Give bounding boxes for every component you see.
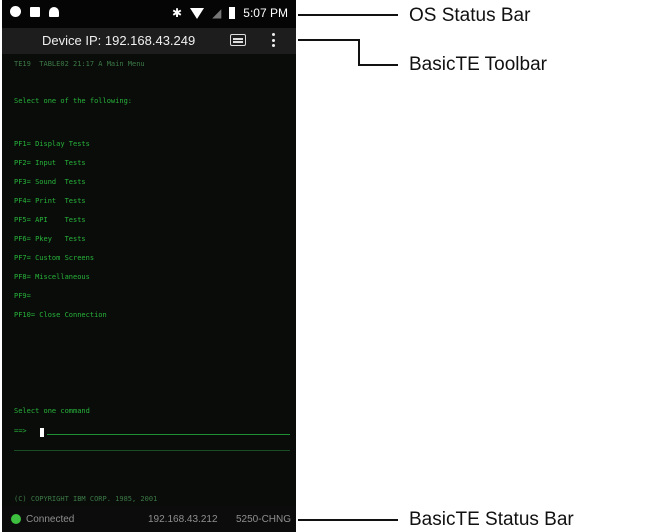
bluetooth-icon: ✱	[172, 6, 183, 20]
menu-item-pf7: PF7= Custom Screens	[14, 254, 95, 262]
menu-item-pf10: PF10= Close Connection	[14, 311, 107, 319]
basicte-toolbar: Device IP: 192.168.43.249	[2, 28, 296, 54]
notification-icon	[10, 6, 21, 17]
command-prompt: Select one command	[14, 407, 90, 415]
terminal-prompt: Select one of the following:	[14, 97, 133, 105]
connection-status: Connected	[26, 514, 75, 525]
menu-item-pf2: PF2= Input Tests	[14, 159, 86, 167]
callout-line-os-status	[298, 14, 398, 16]
notification-square-icon	[30, 6, 40, 17]
menu-item-pf3: PF3= Sound Tests	[14, 178, 86, 186]
callout-line-toolbar-v	[358, 39, 360, 66]
clock: 5:07 PM	[243, 6, 288, 20]
callout-line-toolbar-h2	[358, 64, 398, 66]
menu-item-pf5: PF5= API Tests	[14, 216, 86, 224]
notification-icons	[10, 6, 59, 17]
android-icon	[49, 6, 59, 17]
terminal-model: 5250-CHNG	[236, 514, 292, 525]
callout-line-status-bar	[298, 519, 398, 521]
input-cursor[interactable]	[40, 428, 44, 437]
keyboard-icon[interactable]	[230, 34, 246, 46]
callout-basicte-toolbar: BasicTE Toolbar	[409, 54, 547, 75]
callout-line-toolbar-h1	[298, 39, 360, 41]
system-icons: ✱ ◢ 5:07 PM	[172, 6, 288, 20]
connection-status-icon	[11, 514, 21, 524]
battery-icon	[229, 7, 236, 19]
os-status-bar: ✱ ◢ 5:07 PM	[2, 0, 296, 28]
copyright-line: (C) COPYRIGHT IBM CORP. 1985, 2001	[14, 495, 158, 503]
input-field-underline	[47, 434, 290, 435]
cursor-prefix: ==>	[14, 427, 27, 435]
callout-os-status-bar: OS Status Bar	[409, 5, 531, 26]
menu-item-pf6: PF6= Pkey Tests	[14, 235, 86, 243]
menu-item-pf1: PF1= Display Tests	[14, 140, 90, 148]
menu-item-pf4: PF4= Print Tests	[14, 197, 86, 205]
callout-basicte-status-bar: BasicTE Status Bar	[409, 509, 574, 530]
divider-line	[14, 450, 290, 451]
host-ip: 192.168.43.212	[148, 514, 218, 525]
basicte-status-bar: Connected 192.168.43.212 5250-CHNG	[2, 506, 296, 532]
phone-screen: ✱ ◢ 5:07 PM Device IP: 192.168.43.249 TE…	[2, 0, 296, 532]
menu-item-pf8: PF8= Miscellaneous	[14, 273, 90, 281]
terminal-header: TE19 TABLE02 21:17 A Main Menu	[14, 60, 145, 68]
menu-item-pf9: PF9=	[14, 292, 31, 300]
wifi-icon	[190, 7, 205, 19]
terminal-screen[interactable]: TE19 TABLE02 21:17 A Main Menu Select on…	[2, 54, 296, 506]
signal-icon: ◢	[212, 6, 222, 20]
device-ip-title: Device IP: 192.168.43.249	[42, 33, 196, 48]
overflow-menu-icon[interactable]	[272, 33, 276, 49]
